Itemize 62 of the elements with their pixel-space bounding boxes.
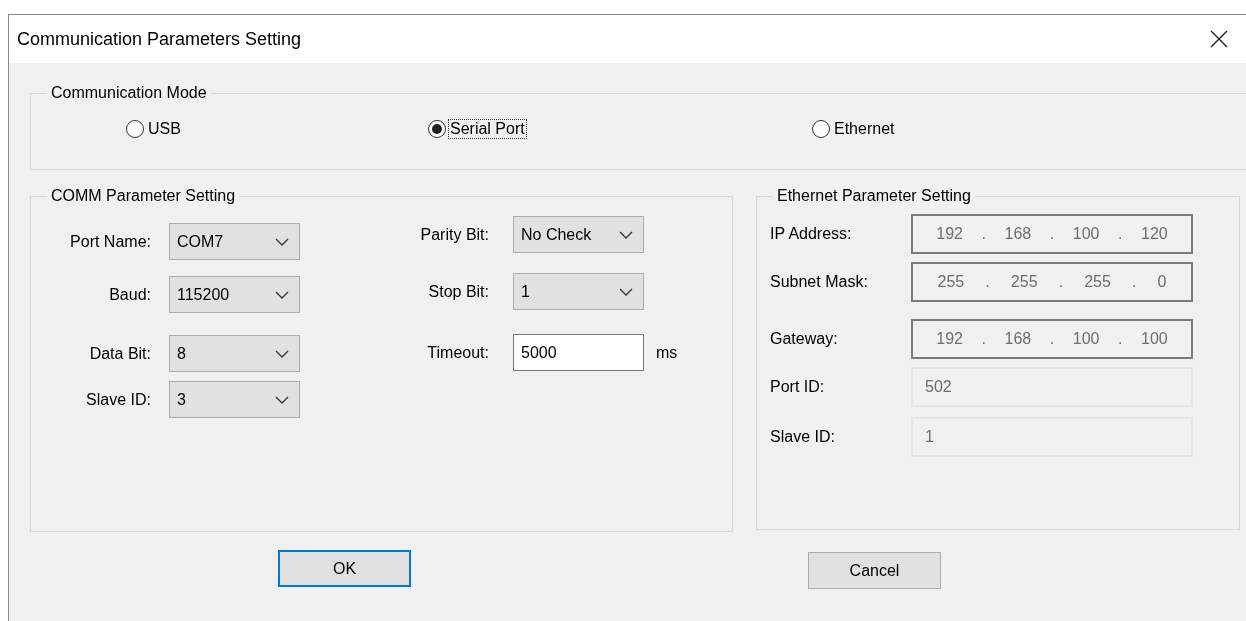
dropdown-value: 1 [521, 282, 530, 301]
dropdown-value: 8 [177, 344, 186, 363]
ip-separator: . [1118, 225, 1123, 243]
ip-octet: 192 [936, 330, 963, 348]
unit-label: ms [656, 343, 678, 362]
dropdown[interactable]: 3 [169, 381, 300, 418]
ip-octet: 0 [1157, 273, 1167, 291]
ip-octet: 100 [1141, 330, 1168, 348]
dropdown-value: 115200 [177, 285, 230, 304]
field-label: Data Bit: [88, 344, 151, 363]
field-label: IP Address: [770, 225, 853, 243]
chevron-down-icon [275, 237, 289, 246]
field-label: Subnet Mask: [770, 273, 869, 291]
chevron-down-icon [275, 395, 289, 404]
chevron-down-icon [275, 290, 289, 299]
field-label: Port ID: [770, 378, 826, 396]
field-label: Gateway: [770, 330, 839, 348]
field-label: Parity Bit: [419, 225, 489, 244]
field-label: Slave ID: [770, 428, 836, 446]
chevron-down-icon [619, 230, 633, 239]
ip-separator: . [1131, 273, 1137, 291]
field-label: Port Name: [69, 232, 151, 251]
ip-octet: 120 [1141, 225, 1168, 243]
dropdown-value: No Check [521, 225, 592, 244]
dialog-button[interactable]: OK [278, 550, 411, 587]
close-icon [1210, 30, 1228, 48]
chevron-down-icon [275, 349, 289, 358]
ip-separator: . [981, 330, 986, 348]
field-label: Baud: [108, 285, 151, 304]
ip-separator: . [1118, 330, 1123, 348]
ip-separator: . [1049, 225, 1055, 243]
ip-separator: . [1049, 330, 1055, 348]
ip-octet: 100 [1072, 225, 1100, 243]
ip-octet: 192 [936, 225, 963, 243]
window-title: Communication Parameters Setting [17, 28, 302, 50]
dropdown[interactable]: No Check [513, 216, 644, 253]
ip-separator: . [981, 225, 986, 243]
field-label: Timeout: [426, 343, 489, 362]
dropdown-value: COM7 [177, 232, 224, 251]
dropdown-value: 3 [177, 390, 186, 409]
ip-octet: 255 [937, 273, 965, 291]
radio-option[interactable]: USB [126, 119, 183, 139]
field-label: Slave ID: [85, 390, 151, 409]
chevron-down-icon [619, 287, 633, 296]
dropdown[interactable]: 1 [513, 273, 644, 310]
ip-octet: 168 [1004, 330, 1032, 348]
ip-octet: 100 [1072, 330, 1100, 348]
dropdown[interactable]: 115200 [169, 276, 300, 313]
dropdown[interactable]: 8 [169, 335, 300, 372]
radio-option[interactable]: Ethernet [812, 119, 897, 139]
dialog-button[interactable]: Cancel [808, 552, 941, 589]
ip-octet: 168 [1004, 225, 1032, 243]
group-title: Communication Mode [50, 84, 208, 102]
field-label: Stop Bit: [427, 282, 489, 301]
ip-octet: 255 [1010, 273, 1038, 291]
ip-separator: . [1058, 273, 1064, 291]
group-title: COMM Parameter Setting [50, 187, 237, 205]
input-field[interactable]: 5000 [513, 334, 644, 371]
dropdown[interactable]: COM7 [169, 223, 300, 260]
ip-octet: 255 [1084, 273, 1111, 291]
group-title: Ethernet Parameter Setting [776, 187, 972, 205]
ip-separator: . [985, 273, 990, 291]
